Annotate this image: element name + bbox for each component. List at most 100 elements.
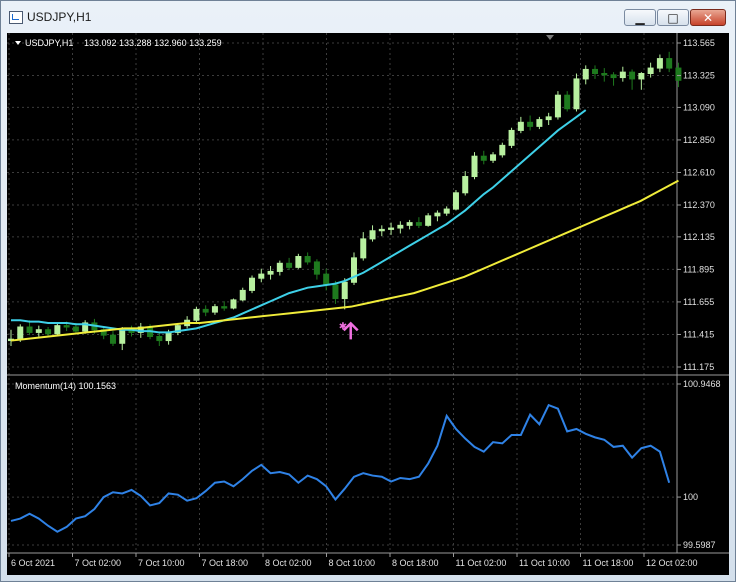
- minimize-icon: ▁: [635, 11, 645, 25]
- candle-body: [434, 212, 441, 217]
- candle-body: [480, 155, 487, 161]
- candle-body: [638, 73, 645, 80]
- candle-body: [54, 325, 61, 335]
- title-bar[interactable]: USDJPY,H1 ▁ □ ✕: [1, 1, 735, 34]
- candle-body: [675, 67, 682, 81]
- time-tick-label: 11 Oct 10:00: [519, 558, 570, 568]
- candle-body: [165, 331, 172, 342]
- candle-body: [35, 329, 42, 333]
- chart-window: USDJPY,H1 ▁ □ ✕ ✱ 113.565 113.325 113.090 1…: [0, 0, 736, 582]
- candle-body: [554, 94, 561, 118]
- candle-body: [647, 67, 654, 75]
- candle-body: [536, 119, 543, 127]
- minimize-button[interactable]: ▁: [624, 9, 656, 26]
- candle-body: [211, 306, 218, 313]
- ohlc-label: 133.092 133.288 132.960 133.259: [84, 38, 222, 48]
- maximize-icon: □: [667, 11, 679, 25]
- close-icon: ✕: [702, 11, 714, 25]
- candle-body: [601, 73, 608, 76]
- candle-body: [517, 121, 524, 131]
- chart-app-icon: [9, 11, 23, 24]
- candle-body: [72, 326, 79, 332]
- candle-body: [425, 215, 432, 226]
- maximize-button[interactable]: □: [657, 9, 689, 26]
- price-tick-label: 113.565: [683, 38, 715, 48]
- candle-body: [592, 68, 599, 75]
- candle-body: [545, 116, 552, 121]
- price-tick-label: 112.370: [683, 200, 715, 210]
- candle-body: [666, 58, 673, 69]
- price-tick-label: 111.415: [683, 329, 714, 339]
- candle-body: [656, 58, 663, 69]
- price-tick-label: 113.325: [683, 71, 715, 81]
- momentum-tick-label: 100.9468: [683, 379, 721, 389]
- candle-body: [193, 308, 200, 321]
- candle-body: [258, 273, 265, 279]
- candle-body: [378, 228, 385, 232]
- candle-body: [508, 129, 515, 146]
- candle-body: [443, 208, 450, 214]
- time-tick-label: 6 Oct 2021: [11, 558, 55, 568]
- price-tick-label: 113.090: [683, 102, 715, 112]
- candle-body: [119, 329, 126, 344]
- candle-body: [17, 326, 24, 340]
- candle-body: [221, 306, 228, 309]
- candle-body: [156, 335, 163, 342]
- candle-body: [582, 68, 589, 80]
- candle-body: [388, 227, 395, 230]
- momentum-tick-label: 100: [683, 492, 698, 502]
- window-title: USDJPY,H1: [27, 10, 92, 24]
- candle-body: [360, 238, 367, 259]
- candle-body: [369, 230, 376, 240]
- candle-body: [406, 222, 413, 226]
- chart-area[interactable]: ✱ 113.565 113.325 113.090 112.850 112.610 112…: [7, 33, 729, 575]
- candle-body: [527, 121, 534, 127]
- symbol-label: USDJPY,H1: [25, 38, 73, 48]
- time-tick-label: 7 Oct 10:00: [138, 558, 185, 568]
- candle-body: [45, 329, 52, 335]
- time-tick-label: 12 Oct 02:00: [646, 558, 698, 568]
- candle-body: [415, 222, 422, 226]
- candle-body: [313, 261, 320, 275]
- price-tick-label: 111.655: [683, 297, 714, 307]
- price-tick-label: 112.850: [683, 135, 715, 145]
- candle-body: [249, 277, 256, 291]
- candle-body: [471, 155, 478, 178]
- candle-body: [490, 154, 497, 161]
- candle-body: [239, 289, 246, 301]
- candle-body: [63, 325, 70, 328]
- close-button[interactable]: ✕: [690, 9, 726, 26]
- time-tick-label: 11 Oct 18:00: [583, 558, 634, 568]
- signal-star-icon: ✱: [339, 321, 347, 332]
- time-tick-label: 8 Oct 10:00: [329, 558, 376, 568]
- candle-body: [26, 326, 33, 333]
- price-tick-label: 111.895: [683, 264, 714, 274]
- price-tick-label: 112.610: [683, 167, 715, 177]
- time-tick-label: 8 Oct 18:00: [392, 558, 439, 568]
- candle-body: [452, 192, 459, 210]
- candle-body: [341, 281, 348, 300]
- candle-body: [295, 256, 302, 268]
- candle-body: [332, 284, 339, 300]
- time-tick-label: 11 Oct 02:00: [456, 558, 507, 568]
- candle-body: [109, 334, 116, 344]
- time-tick-label: 8 Oct 02:00: [265, 558, 312, 568]
- momentum-indicator-label: Momentum(14) 100.1563: [15, 381, 116, 391]
- time-tick-label: 7 Oct 02:00: [75, 558, 122, 568]
- candle-body: [397, 224, 404, 229]
- candle-body: [610, 74, 617, 79]
- candle-body: [462, 176, 469, 194]
- candle-body: [573, 78, 580, 110]
- candle-body: [564, 94, 571, 110]
- candle-body: [202, 308, 209, 313]
- candle-body: [499, 144, 506, 156]
- time-tick-label: 7 Oct 18:00: [202, 558, 249, 568]
- candle-body: [323, 273, 330, 286]
- candle-body: [276, 262, 283, 272]
- price-tick-label: 111.175: [683, 362, 714, 372]
- candle-body: [629, 71, 636, 80]
- price-tick-label: 112.135: [683, 232, 715, 242]
- candle-body: [230, 299, 237, 309]
- candle-body: [619, 71, 626, 79]
- momentum-tick-label: 99.5987: [683, 540, 716, 550]
